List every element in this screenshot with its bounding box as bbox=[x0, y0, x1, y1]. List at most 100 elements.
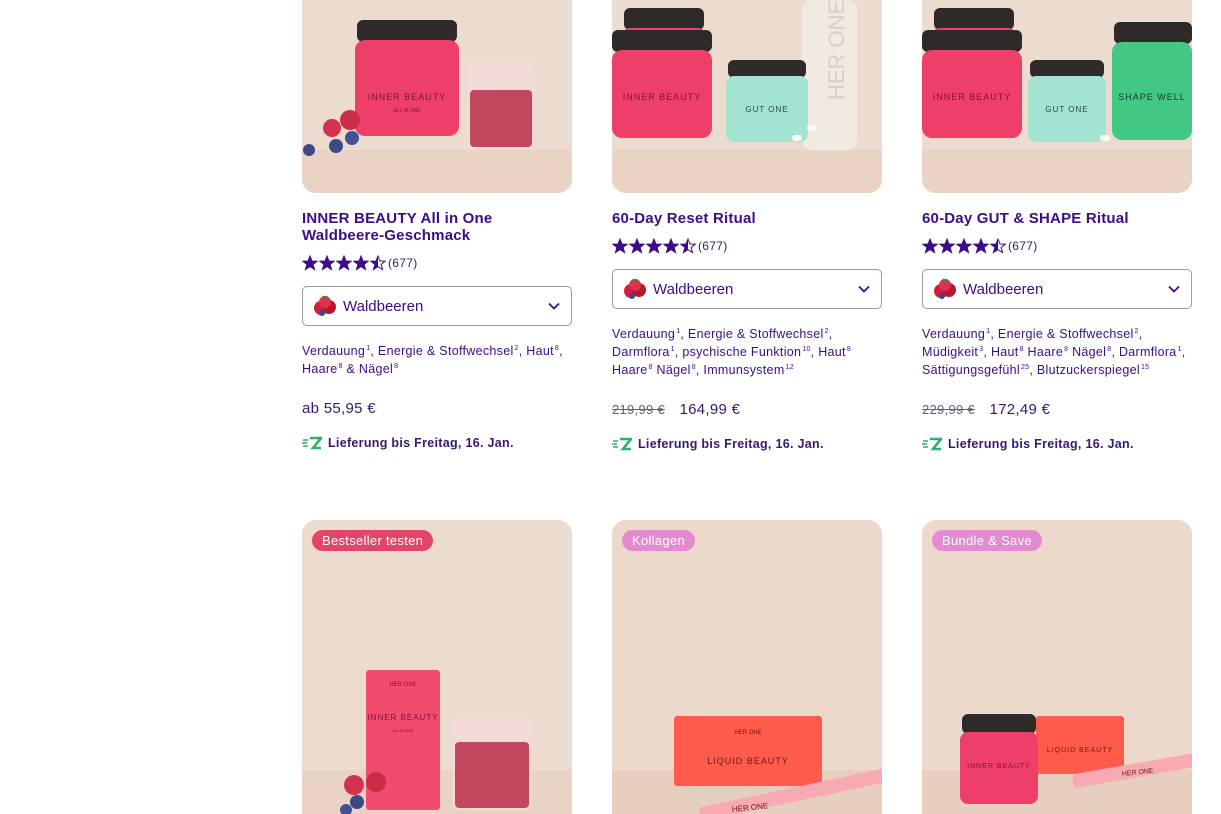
star-icon bbox=[990, 238, 1006, 254]
benefit-text: , Haut bbox=[518, 344, 554, 358]
footnote-ref: 15 bbox=[1140, 364, 1150, 371]
star-icon bbox=[922, 238, 938, 254]
delivery-info: Lieferung bis Freitag, 16. Jan. bbox=[302, 436, 514, 450]
footnote-ref: 8 bbox=[338, 363, 343, 370]
footnote-ref: 2 bbox=[1134, 328, 1139, 335]
product-image[interactable]: INNER BEAUTY GUT ONE SHAPE WELL bbox=[922, 0, 1192, 193]
rating-count: (677) bbox=[698, 239, 728, 253]
delivery-info: Lieferung bis Freitag, 16. Jan. bbox=[922, 437, 1134, 451]
product-image[interactable]: HER ONE LIQUID BEAUTY HER ONE bbox=[612, 520, 882, 814]
benefit-text: Nägel bbox=[1068, 345, 1107, 359]
footnote-ref: 8 bbox=[846, 346, 852, 353]
flavor-select[interactable]: Waldbeeren bbox=[922, 269, 1192, 309]
product-image[interactable]: INNER BEAUTY ALL IN ONE bbox=[302, 0, 572, 193]
svg-text:GUT ONE: GUT ONE bbox=[1045, 105, 1088, 114]
svg-text:HER ONE: HER ONE bbox=[734, 730, 761, 736]
benefit-text: , Energie & Stoffwechsel bbox=[370, 344, 514, 358]
product-image[interactable]: HER ONE INNER BEAUTY GUT ONE bbox=[612, 0, 882, 193]
benefit-text: & Nägel bbox=[342, 362, 394, 376]
footnote-ref: 8 bbox=[691, 364, 696, 371]
berry-icon bbox=[314, 295, 336, 316]
product-benefits: Verdauung1, Energie & Stoffwechsel2, Müd… bbox=[922, 325, 1192, 379]
price-current: 164,99 € bbox=[679, 401, 741, 418]
svg-text:INNER BEAUTY: INNER BEAUTY bbox=[967, 763, 1031, 770]
berry-icon bbox=[624, 278, 646, 299]
chevron-down-icon bbox=[548, 302, 560, 310]
footnote-ref: 1 bbox=[1177, 346, 1182, 353]
flavor-select[interactable]: Waldbeeren bbox=[612, 269, 882, 309]
footnote-ref: 2 bbox=[514, 345, 519, 352]
flavor-select[interactable]: Waldbeeren bbox=[302, 286, 572, 326]
product-title[interactable]: 60-Day Reset Ritual bbox=[612, 210, 882, 227]
product-rating[interactable]: (677) bbox=[922, 236, 1038, 256]
footnote-ref: 1 bbox=[986, 328, 991, 335]
footnote-ref: 1 bbox=[670, 346, 675, 353]
product-image[interactable]: LIQUID BEAUTY INNER BEAUTY HER ONE bbox=[922, 520, 1192, 814]
product-rating[interactable]: (677) bbox=[612, 236, 728, 256]
flavor-select-value: Waldbeeren bbox=[653, 280, 734, 298]
product-image[interactable]: HER ONE INNER BEAUTY ALL IN ONE bbox=[302, 520, 572, 814]
benefit-text: , Energie & Stoffwechsel bbox=[680, 327, 824, 341]
product-badge: Bundle & Save bbox=[932, 530, 1042, 551]
benefit-text: Haare bbox=[1023, 345, 1064, 359]
star-icon bbox=[302, 255, 318, 271]
express-delivery-icon bbox=[302, 436, 322, 450]
star-icon bbox=[629, 238, 645, 254]
benefit-text: Verdauung bbox=[922, 327, 986, 341]
benefit-text: , Immunsystem bbox=[695, 363, 785, 377]
delivery-info: Lieferung bis Freitag, 16. Jan. bbox=[612, 437, 824, 451]
star-icon bbox=[319, 255, 335, 271]
star-icon bbox=[612, 238, 628, 254]
footnote-ref: 3 bbox=[979, 346, 984, 353]
price-current: 172,49 € bbox=[989, 401, 1051, 418]
footnote-ref: 1 bbox=[366, 345, 371, 352]
product-price: ab 55,95 € bbox=[302, 400, 376, 417]
product-title[interactable]: 60-Day GUT & SHAPE Ritual bbox=[922, 210, 1192, 227]
svg-text:ALL IN ONE: ALL IN ONE bbox=[393, 108, 421, 114]
footnote-ref: 12 bbox=[785, 364, 794, 371]
chevron-down-icon bbox=[1168, 285, 1180, 293]
star-icon bbox=[956, 238, 972, 254]
footnote-ref: 8 bbox=[1107, 346, 1112, 353]
footnote-ref: 1 bbox=[676, 328, 681, 335]
svg-text:GUT ONE: GUT ONE bbox=[745, 105, 788, 114]
benefit-text: , Darmflora bbox=[1111, 345, 1177, 359]
express-delivery-icon bbox=[612, 437, 632, 451]
benefit-text: Haare bbox=[612, 363, 648, 377]
delivery-text: Lieferung bis Freitag, 16. Jan. bbox=[328, 436, 514, 450]
svg-text:HER ONE: HER ONE bbox=[389, 682, 416, 688]
footnote-ref: 8 bbox=[394, 363, 399, 370]
product-price: 219,99 € 164,99 € bbox=[612, 401, 740, 418]
star-icon bbox=[336, 255, 352, 271]
footnote-ref: 8 bbox=[1064, 346, 1069, 353]
star-icon bbox=[663, 238, 679, 254]
star-icon bbox=[646, 238, 662, 254]
benefit-text: Nägel bbox=[652, 363, 691, 377]
star-rating bbox=[922, 238, 1007, 254]
price-old: 219,99 € bbox=[612, 402, 666, 417]
product-badge: Bestseller testen bbox=[312, 530, 434, 551]
footnote-ref: 8 bbox=[554, 345, 560, 352]
benefit-text: , Energie & Stoffwechsel bbox=[990, 327, 1134, 341]
flavor-select-value: Waldbeeren bbox=[343, 297, 424, 315]
product-rating[interactable]: (677) bbox=[302, 253, 418, 273]
svg-text:INNER BEAUTY: INNER BEAUTY bbox=[623, 92, 702, 102]
star-icon bbox=[973, 238, 989, 254]
svg-text:SHAPE WELL: SHAPE WELL bbox=[1118, 92, 1186, 102]
footnote-ref: 8 bbox=[1019, 346, 1024, 353]
delivery-text: Lieferung bis Freitag, 16. Jan. bbox=[638, 437, 824, 451]
benefit-text: , Haut bbox=[810, 345, 846, 359]
footnote-ref: 2 bbox=[824, 328, 829, 335]
star-rating bbox=[302, 255, 387, 271]
product-title[interactable]: INNER BEAUTY All in One Waldbeere-Geschm… bbox=[302, 210, 572, 244]
rating-count: (677) bbox=[1008, 239, 1038, 253]
footnote-ref: 10 bbox=[802, 346, 811, 353]
price-old: 229,99 € bbox=[922, 402, 976, 417]
benefit-text: Verdauung bbox=[302, 344, 366, 358]
product-benefits: Verdauung1, Energie & Stoffwechsel2, Hau… bbox=[302, 342, 572, 378]
svg-text:INNER BEAUTY: INNER BEAUTY bbox=[367, 713, 438, 722]
star-icon bbox=[353, 255, 369, 271]
star-icon bbox=[939, 238, 955, 254]
benefit-text: , psychische Funktion bbox=[674, 345, 802, 359]
product-badge: Kollagen bbox=[622, 530, 695, 551]
